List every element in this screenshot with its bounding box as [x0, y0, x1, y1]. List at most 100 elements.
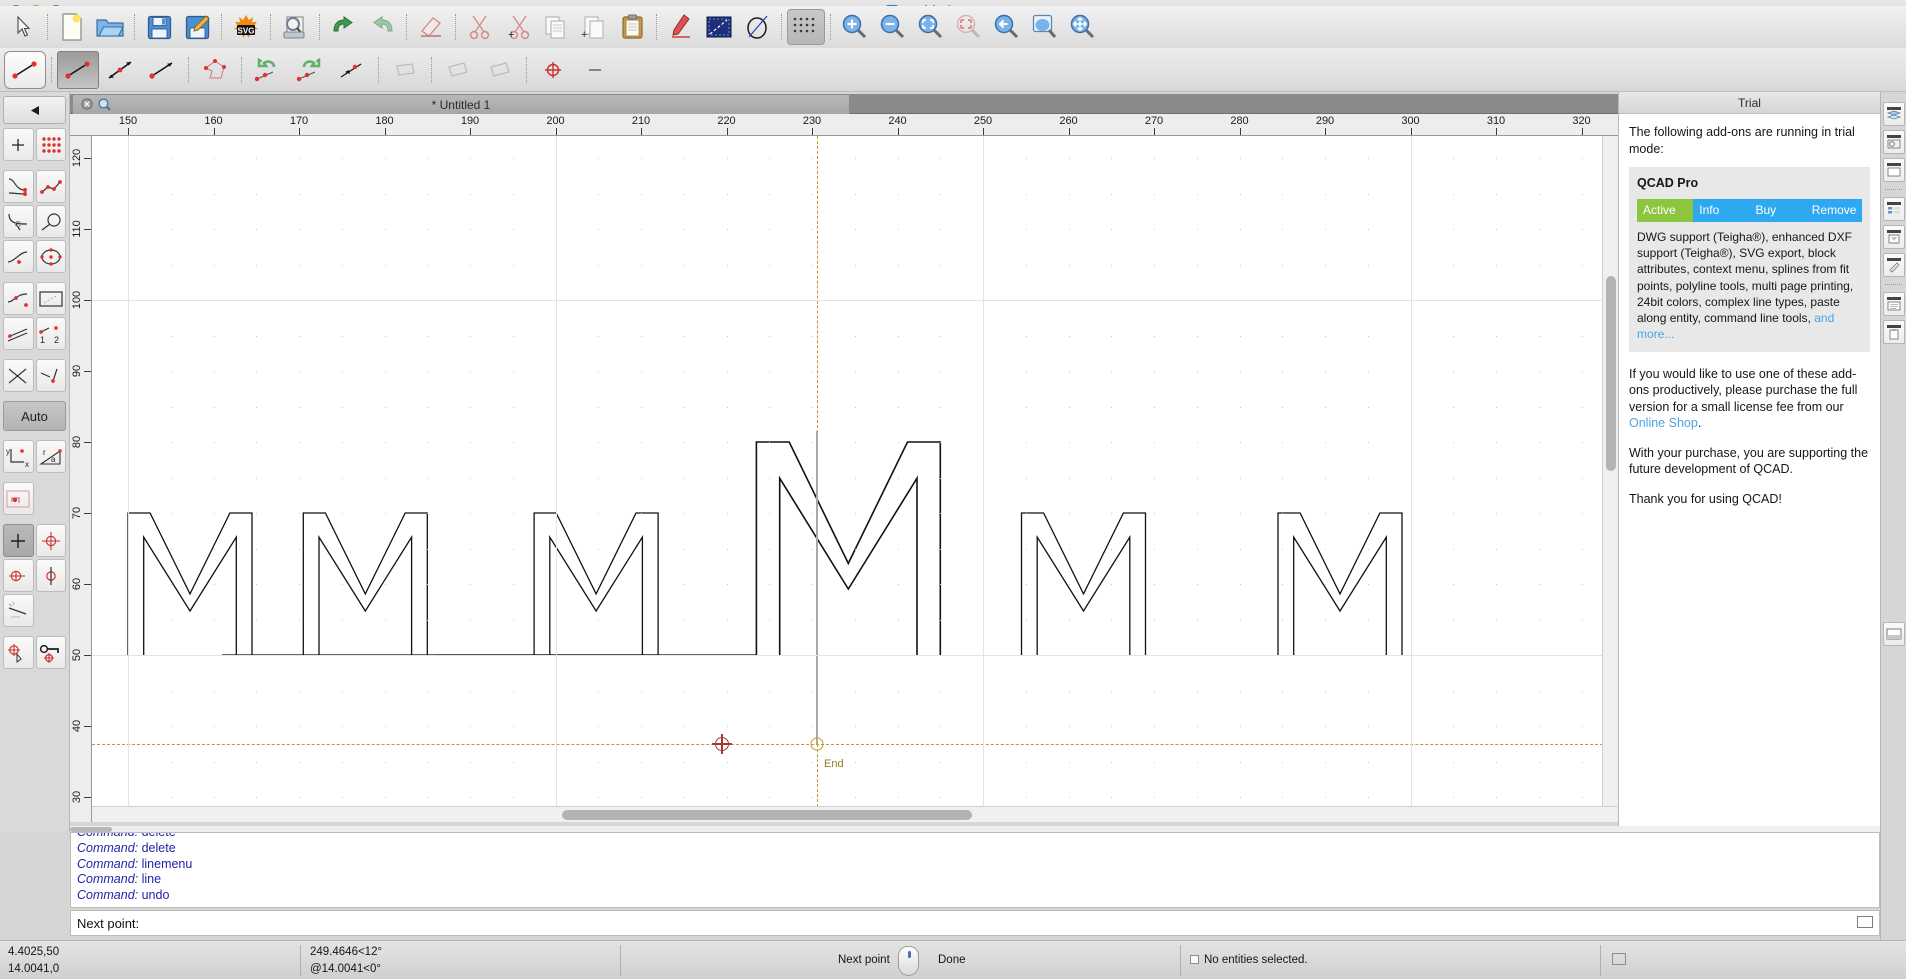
command-line[interactable]: Next point: — [70, 910, 1880, 936]
rail-library-browser-button[interactable] — [1882, 225, 1905, 249]
grid-dot — [1239, 158, 1241, 159]
spline-tool-button[interactable] — [3, 170, 34, 203]
point-array-tool-button[interactable] — [35, 128, 66, 161]
line-angle-button[interactable] — [99, 51, 141, 89]
ray-tool-button[interactable] — [3, 282, 34, 315]
dash-tool-button[interactable] — [574, 51, 616, 89]
pan-button[interactable] — [1064, 9, 1102, 45]
line-tool-current-button[interactable] — [4, 50, 46, 89]
snap-endpoint-button[interactable] — [3, 559, 34, 592]
lock-relative-zero-button[interactable] — [35, 636, 66, 669]
addon-remove-button[interactable]: Remove — [1805, 198, 1862, 223]
cut-button[interactable] — [461, 9, 499, 45]
polyline-fit-tool-button[interactable] — [35, 170, 66, 203]
zoom-selection-button[interactable] — [950, 9, 988, 45]
rail-bottom-panel-button[interactable] — [1882, 622, 1905, 646]
radius-angle-tool-button[interactable]: ra — [35, 440, 66, 473]
rail-property-editor-button[interactable] — [1882, 197, 1905, 221]
zoom-window-button[interactable] — [1026, 9, 1064, 45]
rail-layer-list-button[interactable] — [1882, 102, 1905, 126]
intersection-tool-button[interactable] — [3, 359, 34, 392]
canvas-horizontal-scrollbar[interactable] — [92, 806, 1618, 822]
restrict-ortho-button[interactable] — [3, 636, 34, 669]
new-file-button[interactable] — [53, 9, 91, 45]
rail-clipboard-panel-button[interactable] — [1882, 320, 1905, 344]
open-file-button[interactable] — [91, 9, 129, 45]
drawing-preferences-button[interactable] — [700, 9, 738, 45]
auto-zoom-button[interactable] — [912, 9, 950, 45]
command-history[interactable]: Command: delete Command: delete Command: l… — [70, 832, 1880, 908]
ruler-v-label: 80 — [71, 435, 83, 449]
coordinate-axes-tool-button[interactable]: yx — [3, 440, 34, 473]
rail-info-panel-button[interactable] — [1882, 292, 1905, 316]
eraser-button[interactable] — [412, 9, 450, 45]
shape-b-button[interactable] — [437, 51, 479, 89]
grid-dot — [1068, 548, 1070, 550]
parallel-tool-button[interactable] — [3, 317, 34, 350]
shape-c-button[interactable] — [479, 51, 521, 89]
close-icon[interactable] — [81, 98, 93, 111]
point-tool-button[interactable] — [3, 128, 34, 161]
arc-tool-button[interactable] — [3, 205, 34, 238]
circle-tool-button[interactable] — [35, 205, 66, 238]
ellipse-tool-button[interactable] — [35, 240, 66, 273]
copy-with-reference-button[interactable]: + — [575, 9, 613, 45]
grid-dot — [1196, 193, 1198, 195]
toggle-grid-button[interactable] — [787, 9, 825, 45]
pencil-draw-button[interactable] — [662, 9, 700, 45]
block-tool-button[interactable] — [3, 482, 34, 515]
rail-view-list-button[interactable] — [1882, 158, 1905, 182]
export-svg-button[interactable]: SVG — [227, 9, 265, 45]
line-from-2-points-button[interactable] — [57, 50, 99, 89]
undo-button[interactable] — [325, 9, 363, 45]
rectangle-tool-button[interactable] — [35, 282, 66, 315]
snap-reference-button[interactable] — [532, 51, 574, 89]
zoom-in-button[interactable] — [836, 9, 874, 45]
addon-active-button[interactable]: Active — [1637, 198, 1694, 223]
shape-a-button[interactable] — [384, 51, 426, 89]
resize-grip-icon[interactable] — [1857, 916, 1873, 928]
snap-tangent-button[interactable] — [3, 594, 34, 627]
grid-dot — [427, 335, 429, 337]
cut-with-reference-button[interactable]: + — [499, 9, 537, 45]
rail-block-list-button[interactable] — [1882, 130, 1905, 154]
snap-middle-button[interactable] — [35, 559, 66, 592]
magnifier-icon[interactable] — [98, 98, 111, 111]
horizontal-ruler[interactable]: 150 160 170 180 190 200 210 220 230 240 250 260 270 2… — [70, 114, 1618, 136]
curve-tool-button[interactable] — [3, 240, 34, 273]
addon-buy-button[interactable]: Buy — [1749, 198, 1806, 223]
rotate-cw-button[interactable] — [289, 51, 331, 89]
palette-back-button[interactable] — [3, 96, 66, 124]
redo-button[interactable] — [363, 9, 401, 45]
copy-button[interactable] — [537, 9, 575, 45]
paste-button[interactable] — [613, 9, 651, 45]
document-tab[interactable]: * Untitled 1 — [72, 94, 850, 114]
numbered-points-tool-button[interactable]: 12 — [35, 317, 66, 350]
perpendicular-tool-button[interactable] — [35, 359, 66, 392]
rotate-ccw-button[interactable] — [247, 51, 289, 89]
line-horizontal-button[interactable] — [141, 51, 183, 89]
canvas-vertical-scrollbar[interactable] — [1602, 136, 1618, 822]
grid-dot — [1154, 797, 1155, 798]
zoom-out-button[interactable] — [874, 9, 912, 45]
isometric-projection-button[interactable] — [738, 9, 776, 45]
scrollbar-thumb[interactable] — [562, 810, 972, 820]
drawing-canvas[interactable]: End 10 < 100 — [92, 136, 1618, 822]
rail-pen-palette-button[interactable] — [1882, 253, 1905, 277]
auto-mode-button[interactable]: Auto — [3, 401, 66, 431]
save-as-button[interactable] — [178, 9, 216, 45]
ruler-h-tick — [1496, 128, 1497, 135]
scrollbar-thumb[interactable] — [1606, 276, 1616, 471]
snap-grid-button[interactable] — [35, 524, 66, 557]
vertical-ruler[interactable]: 120 110 100 90 80 70 60 50 40 30 — [70, 136, 92, 822]
print-preview-button[interactable] — [276, 9, 314, 45]
grid-dot — [170, 690, 172, 692]
snap-free-button[interactable] — [3, 524, 34, 557]
line-polygon-button[interactable] — [194, 51, 236, 89]
line-relative-angle-button[interactable] — [331, 51, 373, 89]
addon-info-button[interactable]: Info — [1693, 198, 1750, 223]
zoom-previous-button[interactable] — [988, 9, 1026, 45]
select-pointer-button[interactable] — [4, 9, 42, 45]
online-shop-link[interactable]: Online Shop — [1629, 416, 1698, 430]
save-file-button[interactable] — [140, 9, 178, 45]
